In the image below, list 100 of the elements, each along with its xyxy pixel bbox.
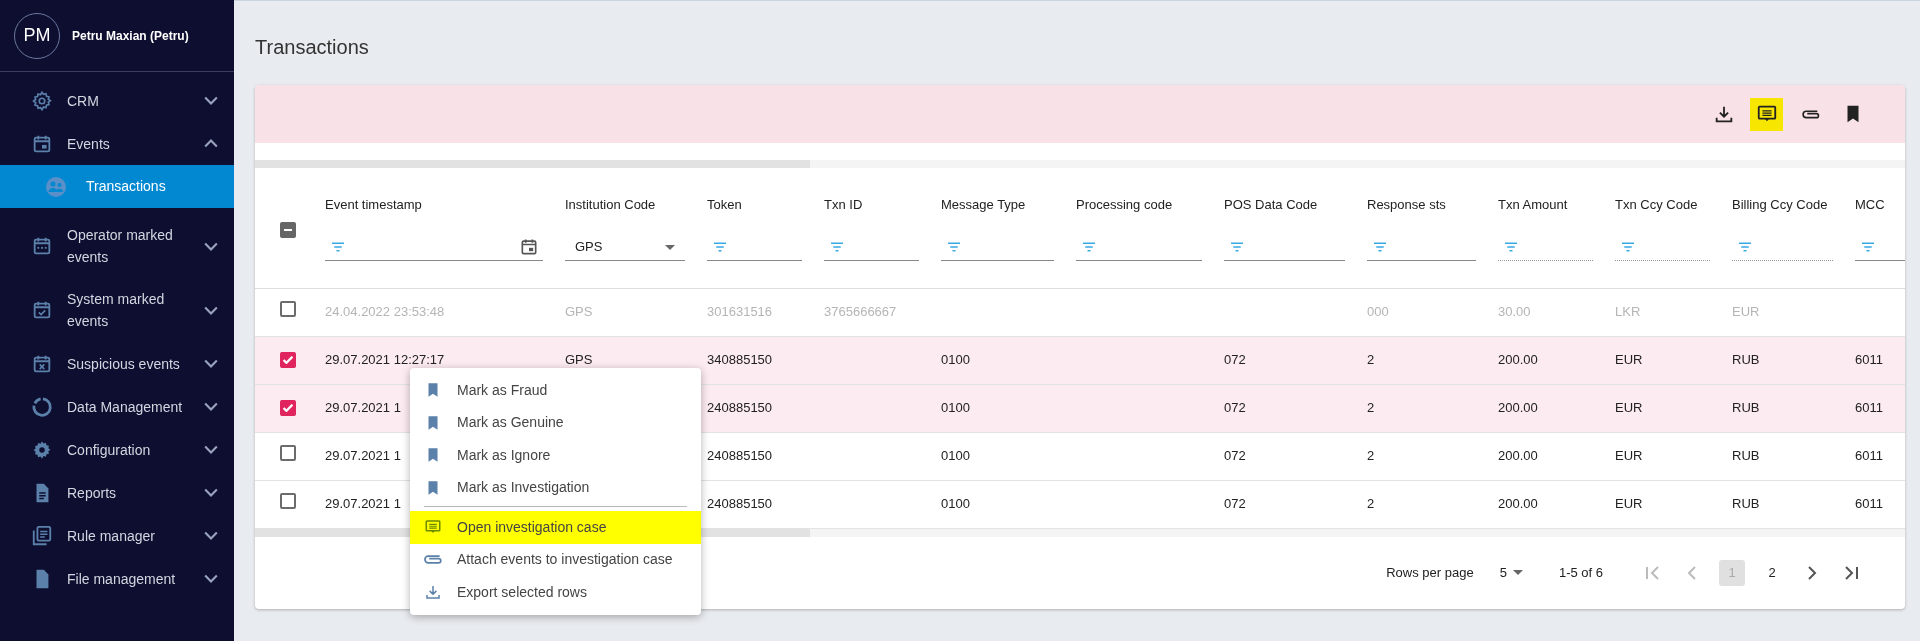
table-cell: RUB — [1732, 496, 1760, 512]
sidebar-item[interactable]: System marked events — [0, 278, 234, 342]
sidebar-subitem[interactable]: Transactions — [0, 165, 234, 208]
table-cell: 200.00 — [1498, 400, 1538, 416]
column-header: Token — [707, 196, 742, 214]
checkbox[interactable] — [280, 400, 296, 417]
table-cell: 200.00 — [1498, 352, 1538, 368]
table-cell: 0100 — [941, 400, 970, 416]
table-cell: 301631516 — [707, 304, 773, 320]
table-cell: 6011 — [1855, 400, 1883, 416]
select-field[interactable]: GPS — [565, 234, 685, 261]
table-cell: 29.07.2021 1 — [325, 448, 401, 464]
calendar-check-icon — [31, 299, 53, 321]
sidebar-item[interactable]: Rule manager — [0, 514, 234, 557]
table-cell: 072 — [1224, 400, 1246, 416]
sidebar-item[interactable]: Data Management — [0, 385, 234, 428]
table-cell: 340885150 — [707, 352, 773, 368]
column-header: Response sts — [1367, 196, 1446, 214]
table-cell: 200.00 — [1498, 496, 1538, 512]
column-header: Processing code — [1076, 196, 1173, 214]
table-cell: RUB — [1732, 352, 1760, 368]
table-cell: EUR — [1615, 496, 1643, 512]
page-button[interactable]: 2 — [1759, 559, 1785, 586]
table-cell: 29.07.2021 1 — [325, 496, 401, 512]
gear-icon — [31, 89, 53, 112]
table-cell: EUR — [1732, 304, 1760, 320]
table-cell: 24.04.2022 23:53:48 — [325, 304, 445, 320]
check-icon — [283, 356, 293, 365]
table-cell: 6011 — [1855, 352, 1883, 368]
checkbox[interactable] — [280, 222, 296, 239]
user-name: Petru Maxian (Petru) — [72, 27, 189, 45]
column-header: Billing Ccy Code — [1732, 196, 1828, 214]
scrollbar[interactable] — [255, 160, 1905, 168]
table-cell: 30.00 — [1498, 304, 1531, 320]
column-header: Txn Amount — [1498, 196, 1568, 214]
table-cell: 072 — [1224, 448, 1246, 464]
menu-item[interactable]: Mark as Investigation — [410, 471, 701, 504]
table-cell: 072 — [1224, 352, 1246, 368]
table-cell: 240885150 — [707, 400, 773, 416]
checkbox[interactable] — [280, 352, 296, 369]
page-range: 1-5 of 6 — [1558, 563, 1603, 582]
table-cell: 6011 — [1855, 496, 1883, 512]
table-cell: RUB — [1732, 448, 1760, 464]
table-cell: EUR — [1615, 448, 1643, 464]
table-cell: EUR — [1615, 400, 1643, 416]
sidebar-item[interactable]: File management — [0, 557, 234, 600]
sidebar-item[interactable]: Configuration — [0, 428, 234, 471]
download-icon — [424, 583, 442, 602]
checkbox[interactable] — [280, 493, 296, 510]
calendar-icon — [519, 237, 539, 258]
column-header: MCC — [1855, 196, 1885, 214]
table-cell: LKR — [1615, 304, 1641, 320]
group-icon — [44, 174, 68, 199]
paperclip-icon — [424, 555, 442, 565]
check-icon — [283, 404, 293, 413]
menu-item[interactable]: Open investigation case — [410, 511, 701, 544]
table-cell: 3765666667 — [824, 304, 897, 320]
sidebar-item[interactable]: CRM — [0, 79, 234, 122]
column-header: Txn Ccy Code — [1615, 196, 1698, 214]
table-cell: 240885150 — [707, 496, 773, 512]
column-header: Message Type — [941, 196, 1026, 214]
table-cell: GPS — [565, 352, 593, 368]
sidebar-item[interactable]: Operator marked events — [0, 214, 234, 278]
menu-item[interactable]: Mark as Fraud — [410, 374, 701, 407]
table-cell: 0100 — [941, 448, 970, 464]
table-cell: 000 — [1367, 304, 1389, 320]
table-cell: GPS — [565, 304, 593, 320]
column-header: POS Data Code — [1224, 196, 1318, 214]
table-cell: 2 — [1367, 448, 1375, 464]
table-cell: 6011 — [1855, 448, 1883, 464]
sidebar-item[interactable]: Suspicious events — [0, 342, 234, 385]
sidebar-item[interactable]: Events — [0, 122, 234, 165]
table-cell: 0100 — [941, 496, 970, 512]
caret-icon — [1512, 570, 1523, 575]
column-header: Txn ID — [824, 196, 863, 214]
table-cell: 29.07.2021 12:27:17 — [325, 352, 445, 368]
menu-item[interactable]: Mark as Genuine — [410, 406, 701, 439]
table-cell: 2 — [1367, 400, 1375, 416]
sidebar-item[interactable]: Reports — [0, 471, 234, 514]
table-cell: RUB — [1732, 400, 1760, 416]
column-header: Institution Code — [565, 196, 656, 214]
table-cell: 200.00 — [1498, 448, 1538, 464]
caret-icon — [665, 245, 675, 251]
stacked-documents-icon — [31, 524, 53, 547]
rows-per-page-label: Rows per page — [1386, 563, 1474, 582]
table-cell: 0100 — [941, 352, 970, 368]
calendar-icon — [31, 235, 53, 257]
menu-item[interactable]: Export selected rows — [410, 576, 701, 609]
toolbar-button[interactable] — [1750, 97, 1783, 131]
table-cell: 2 — [1367, 496, 1375, 512]
column-header: Event timestamp — [325, 196, 422, 214]
rows-per-page-select[interactable]: 5 — [1493, 559, 1529, 586]
table-cell: 29.07.2021 1 — [325, 400, 401, 416]
menu-item[interactable]: Attach events to investigation case — [410, 543, 701, 576]
table-cell: 240885150 — [707, 448, 773, 464]
table-cell: 072 — [1224, 496, 1246, 512]
donut-icon — [31, 395, 53, 418]
menu-item[interactable]: Mark as Ignore — [410, 439, 701, 472]
table-cell: 2 — [1367, 352, 1375, 368]
checkbox[interactable] — [280, 445, 296, 462]
